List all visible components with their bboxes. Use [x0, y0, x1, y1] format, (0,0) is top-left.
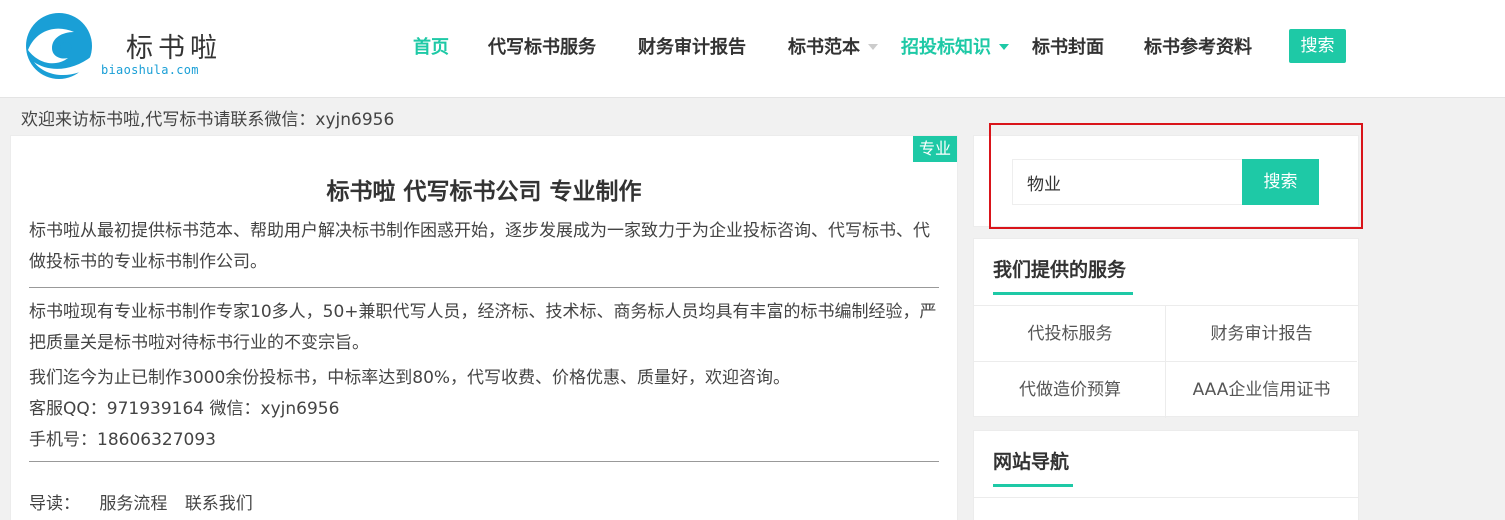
detail-paragraph: 标书啦现有专业标书制作专家10多人，50+兼职代写人员，经济标、技术标、商务标人… [29, 302, 937, 353]
card-title: 标书啦 代写标书公司 专业制作 [326, 179, 642, 205]
search-input[interactable] [1012, 159, 1243, 205]
logo-name: 标书啦 [126, 33, 222, 64]
services-title: 我们提供的服务 [993, 259, 1127, 281]
service-item[interactable]: 代投标服务 [974, 306, 1166, 362]
site-logo[interactable]: 标书啦 biaoshula.com [22, 10, 222, 82]
nav-bidding-knowledge[interactable]: 招投标知识 [901, 33, 1009, 59]
guide-link-contact[interactable]: 联系我们 [185, 494, 253, 514]
divider [974, 497, 1358, 498]
search-button[interactable]: 搜索 [1242, 159, 1319, 205]
nav-templates-label: 标书范本 [788, 37, 860, 58]
contact-phone: 手机号：18606327093 [29, 430, 216, 450]
nav-search-button[interactable]: 搜索 [1289, 29, 1346, 63]
nav-covers-label: 标书封面 [1032, 37, 1104, 58]
service-item[interactable]: 财务审计报告 [1165, 306, 1357, 362]
divider [29, 461, 939, 462]
title-underline [993, 484, 1073, 487]
site-header: 标书啦 biaoshula.com 首页 代写标书服务 财务审计报告 标书范本 … [0, 0, 1505, 98]
divider [29, 287, 939, 288]
intro-paragraph: 标书啦从最初提供标书范本、帮助用户解决标书制作困惑开始，逐步发展成为一家致力于为… [29, 221, 930, 272]
nav-audit-report-label: 财务审计报告 [638, 37, 746, 58]
nav-home[interactable]: 首页 [413, 33, 449, 59]
nav-audit-report[interactable]: 财务审计报告 [638, 33, 746, 59]
wave-logo-icon [26, 13, 94, 79]
chevron-down-icon [868, 43, 878, 50]
nav-references[interactable]: 标书参考资料 [1144, 33, 1252, 59]
logo-domain: biaoshula.com [101, 63, 199, 77]
nav-references-label: 标书参考资料 [1144, 37, 1252, 58]
guide-row: 导读： 服务流程 联系我们 [29, 489, 265, 514]
guide-label: 导读： [29, 494, 80, 514]
service-item[interactable]: 代做造价预算 [974, 362, 1166, 418]
contact-qq: 客服QQ：971939164 微信：xyjn6956 [29, 399, 340, 419]
stats-text: 我们迄今为止已制作3000余份投标书，中标率达到80%，代写收费、价格优惠、质量… [29, 368, 791, 388]
intro-card: 专业 标书啦 代写标书公司 专业制作 标书啦从最初提供标书范本、帮助用户解决标书… [10, 135, 958, 520]
nav-writing-service[interactable]: 代写标书服务 [488, 33, 596, 59]
nav-templates[interactable]: 标书范本 [788, 33, 878, 59]
nav-covers[interactable]: 标书封面 [1032, 33, 1104, 59]
title-underline [993, 292, 1133, 295]
nav-writing-service-label: 代写标书服务 [488, 37, 596, 58]
site-nav-panel: 网站导航 [973, 430, 1359, 520]
services-panel: 我们提供的服务 代投标服务 财务审计报告 代做造价预算 AAA企业信用证书 [973, 238, 1359, 418]
guide-link-process[interactable]: 服务流程 [99, 494, 167, 514]
chevron-down-icon [999, 43, 1009, 50]
welcome-text: 欢迎来访标书啦,代写标书请联系微信：xyjn6956 [21, 110, 395, 130]
professional-badge: 专业 [913, 136, 957, 162]
nav-home-label: 首页 [413, 37, 449, 58]
service-item[interactable]: AAA企业信用证书 [1165, 362, 1357, 418]
nav-bidding-knowledge-label: 招投标知识 [901, 37, 991, 58]
site-nav-title: 网站导航 [993, 451, 1070, 473]
